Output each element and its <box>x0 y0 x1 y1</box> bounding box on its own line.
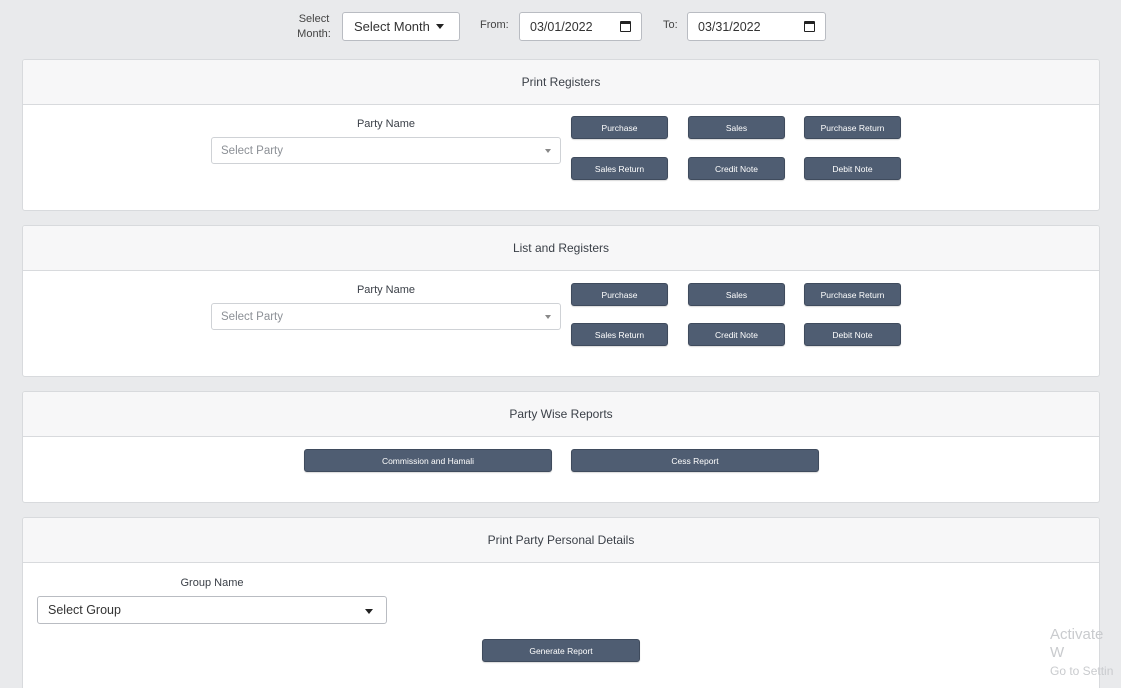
party-select[interactable]: Select Party <box>211 137 561 164</box>
purchase-return-button[interactable]: Purchase Return <box>804 116 901 139</box>
party-select[interactable]: Select Party <box>211 303 561 330</box>
card-title: Party Wise Reports <box>23 392 1099 437</box>
watermark-line: Go to Settin <box>1050 664 1114 678</box>
to-date-value: 03/31/2022 <box>698 19 761 34</box>
to-label: To: <box>663 19 678 31</box>
purchase-button[interactable]: Purchase <box>571 116 668 139</box>
group-select-value: Select Group <box>48 603 121 617</box>
party-name-label: Party Name <box>356 284 416 296</box>
credit-note-button[interactable]: Credit Note <box>688 157 785 180</box>
card-body: Party Name Select Party Purchase Sales P… <box>23 105 1099 210</box>
sales-return-button[interactable]: Sales Return <box>571 323 668 346</box>
debit-note-button[interactable]: Debit Note <box>804 323 901 346</box>
card-title: Print Registers <box>23 60 1099 105</box>
card-body: Party Name Select Party Purchase Sales P… <box>23 271 1099 376</box>
caret-down-icon <box>545 315 551 319</box>
card-body: Commission and Hamali Cess Report <box>23 437 1099 502</box>
from-date-input[interactable]: 03/01/2022 <box>519 12 642 41</box>
party-select-placeholder: Select Party <box>221 144 283 157</box>
debit-note-button[interactable]: Debit Note <box>804 157 901 180</box>
from-date-value: 03/01/2022 <box>530 19 593 34</box>
from-label: From: <box>480 19 509 31</box>
party-select-placeholder: Select Party <box>221 310 283 323</box>
purchase-button[interactable]: Purchase <box>571 283 668 306</box>
card-title: Print Party Personal Details <box>23 518 1099 563</box>
sales-button[interactable]: Sales <box>688 116 785 139</box>
generate-report-button[interactable]: Generate Report <box>482 639 640 662</box>
party-name-label: Party Name <box>356 118 416 130</box>
card-body: Group Name Select Group Generate Report <box>23 563 1099 688</box>
activation-watermark: Activate W Go to Settin <box>1050 626 1121 680</box>
app-frame: Select Month: Select Month From: 03/01/2… <box>0 0 1121 688</box>
list-registers-card: List and Registers Party Name Select Par… <box>22 225 1100 377</box>
caret-down-icon <box>435 24 444 29</box>
calendar-icon[interactable] <box>804 21 815 32</box>
commission-hamali-button[interactable]: Commission and Hamali <box>304 449 552 472</box>
caret-down-icon <box>365 609 373 614</box>
to-date-input[interactable]: 03/31/2022 <box>687 12 826 41</box>
sales-button[interactable]: Sales <box>688 283 785 306</box>
group-select[interactable]: Select Group <box>37 596 387 624</box>
caret-down-icon <box>545 149 551 153</box>
sales-return-button[interactable]: Sales Return <box>571 157 668 180</box>
card-title: List and Registers <box>23 226 1099 271</box>
month-dropdown[interactable]: Select Month <box>342 12 460 41</box>
cess-report-button[interactable]: Cess Report <box>571 449 819 472</box>
party-wise-reports-card: Party Wise Reports Commission and Hamali… <box>22 391 1100 503</box>
calendar-icon[interactable] <box>620 21 631 32</box>
purchase-return-button[interactable]: Purchase Return <box>804 283 901 306</box>
credit-note-button[interactable]: Credit Note <box>688 323 785 346</box>
watermark-line: Activate W <box>1050 626 1104 661</box>
filter-bar: Select Month: Select Month From: 03/01/2… <box>0 0 1121 52</box>
month-dropdown-value: Select Month <box>354 19 430 34</box>
group-name-label: Group Name <box>180 577 244 589</box>
party-personal-details-card: Print Party Personal Details Group Name … <box>22 517 1100 688</box>
month-label: Select Month: <box>297 13 331 40</box>
print-registers-card: Print Registers Party Name Select Party … <box>22 59 1100 211</box>
